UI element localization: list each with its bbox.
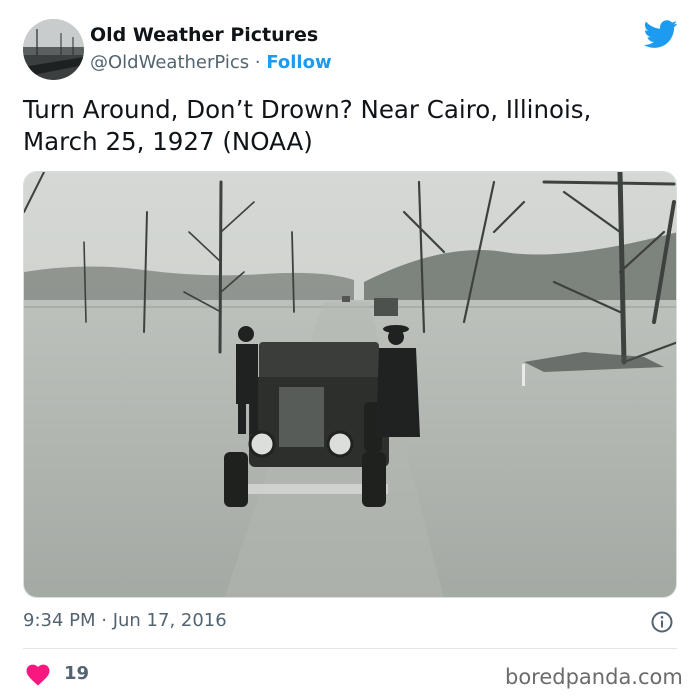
like-count: 19 [64, 663, 90, 684]
info-icon[interactable] [650, 610, 674, 634]
tweet-text: Turn Around, Don’t Drown? Near Cairo, Il… [23, 95, 592, 156]
tweet-photo[interactable] [23, 171, 677, 598]
tweet-timestamp[interactable]: 9:34 PM · Jun 17, 2016 [23, 610, 227, 631]
follow-button[interactable]: Follow [266, 52, 331, 73]
avatar[interactable] [23, 19, 84, 80]
heart-icon[interactable] [26, 664, 50, 686]
handle-row: @OldWeatherPics · Follow [90, 52, 332, 73]
tweet-card: Old Weather Pictures @OldWeatherPics · F… [0, 0, 700, 700]
divider [23, 648, 677, 649]
watermark: boredpanda.com [505, 665, 683, 689]
display-name[interactable]: Old Weather Pictures [90, 24, 318, 46]
twitter-bird-icon[interactable] [643, 17, 678, 51]
handle-separator: · [254, 52, 261, 73]
user-handle[interactable]: @OldWeatherPics [90, 52, 249, 73]
